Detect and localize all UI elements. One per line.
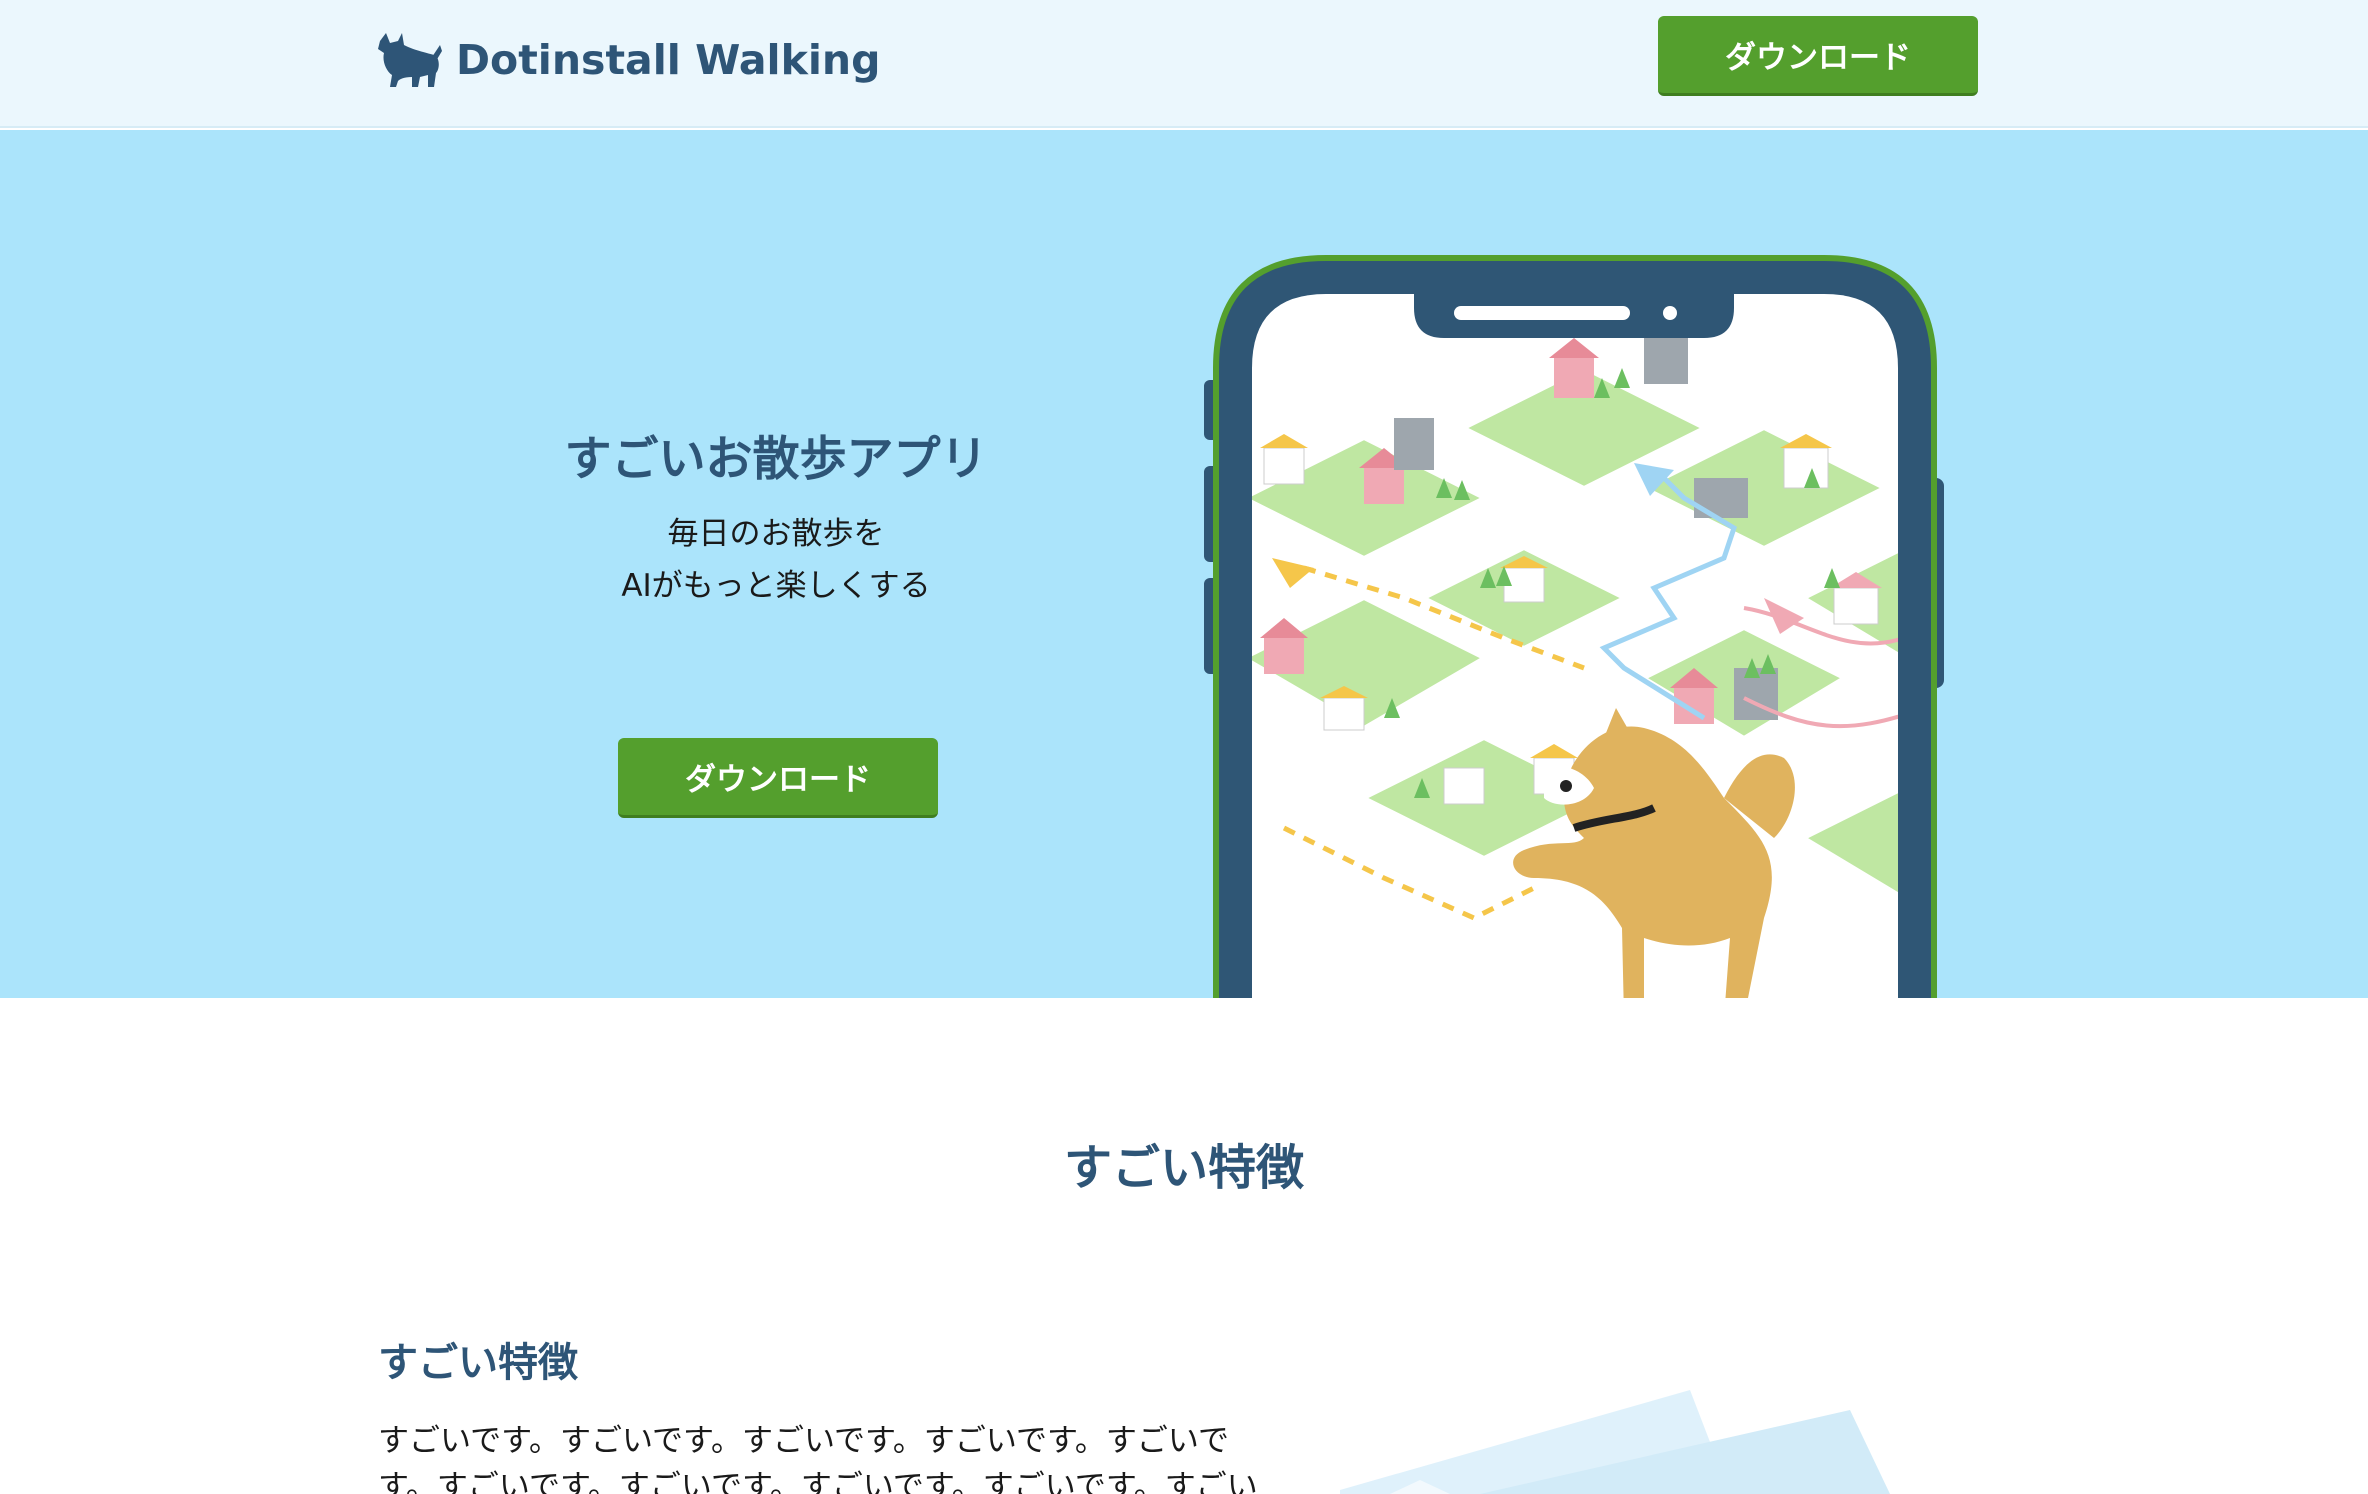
- feature-item-text: すごいです。すごいです。すごいです。すごいです。すごいです。すごいです。すごいで…: [378, 1423, 1258, 1494]
- hero-subtitle-line2: AIがもっと楽しくする: [621, 568, 931, 604]
- hero-subtitle-line1: 毎日のお散歩を: [667, 516, 885, 552]
- site-header: Dotinstall Walking ダウンロード: [0, 0, 2368, 128]
- site-logo[interactable]: Dotinstall Walking: [376, 28, 880, 92]
- header-download-button[interactable]: ダウンロード: [1658, 16, 1978, 96]
- hero-section: すごいお散歩アプリ 毎日のお散歩を AIがもっと楽しくする ダウンロード: [0, 130, 2368, 998]
- features-section-title: すごい特徴: [1063, 1140, 1304, 1196]
- hero-download-button[interactable]: ダウンロード: [618, 738, 938, 818]
- phone-illustration: [1204, 255, 1944, 998]
- feature-item-heading: すごい特徴: [378, 1340, 578, 1386]
- dog-logo-icon: [378, 33, 442, 87]
- feature-card-illustration: [1340, 1390, 1890, 1494]
- logo-text: Dotinstall Walking: [456, 36, 881, 84]
- hero-title: すごいお散歩アプリ: [564, 432, 988, 487]
